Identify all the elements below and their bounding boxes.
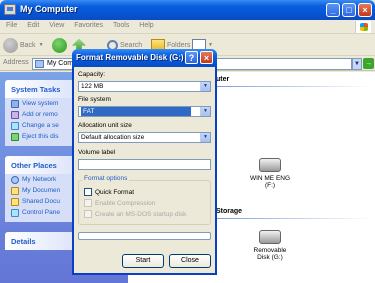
format-dialog: Format Removable Disk (G:) ? × Capacity:… xyxy=(72,49,217,275)
place-label: Shared Docu xyxy=(22,198,60,205)
section-divider xyxy=(216,218,371,219)
task-label: View system xyxy=(22,100,59,107)
quick-format-label: Quick Format xyxy=(95,188,135,196)
task-label: Eject this dis xyxy=(22,133,59,140)
menu-help[interactable]: Help xyxy=(135,20,157,31)
minimize-button[interactable]: _ xyxy=(326,3,340,17)
network-icon xyxy=(11,175,19,184)
close-button[interactable]: × xyxy=(358,3,372,17)
format-options-title: Format options xyxy=(82,175,130,182)
folders-label: Folders xyxy=(167,41,191,49)
drive-removable-g[interactable]: Removable Disk (G:) xyxy=(240,230,300,261)
drive-win-me-eng[interactable]: WIN ME ENG (F:) xyxy=(240,158,300,189)
compression-checkbox: Enable Compression xyxy=(84,199,155,207)
capacity-label: Capacity: xyxy=(78,71,106,78)
task-label: Change a se xyxy=(22,122,59,129)
drive-letter: (F:) xyxy=(264,182,276,189)
address-dropdown-button[interactable]: ▼ xyxy=(352,58,362,70)
help-button[interactable]: ? xyxy=(185,51,198,64)
shared-folder-icon xyxy=(11,197,19,206)
task-label: Add or remo xyxy=(22,111,58,118)
views-chevron-icon: ▼ xyxy=(208,42,213,48)
menu-favorites[interactable]: Favorites xyxy=(70,20,107,31)
place-label: My Documen xyxy=(22,187,61,194)
volume-label-input[interactable] xyxy=(78,159,211,170)
place-label: My Network xyxy=(22,176,57,183)
format-progress-bar xyxy=(78,232,211,240)
allocation-select[interactable]: Default allocation size ▼ xyxy=(78,132,211,143)
menu-tools[interactable]: Tools xyxy=(109,20,133,31)
menu-bar: File Edit View Favorites Tools Help xyxy=(0,20,375,34)
chevron-down-icon: ▼ xyxy=(38,42,44,48)
window-titlebar[interactable]: My Computer _ □ × xyxy=(0,0,375,20)
control-panel-icon xyxy=(11,121,19,130)
computer-small-icon xyxy=(35,60,44,68)
dialog-close-button[interactable]: × xyxy=(200,51,213,64)
section-title-hard-drives: uter xyxy=(216,76,230,83)
windows-logo-icon xyxy=(355,21,371,33)
documents-folder-icon xyxy=(11,186,19,195)
quick-format-checkbox[interactable]: Quick Format xyxy=(84,188,134,196)
compression-label: Enable Compression xyxy=(95,199,156,207)
back-arrow-icon xyxy=(3,37,18,53)
menu-edit[interactable]: Edit xyxy=(23,20,43,31)
checkbox-box[interactable] xyxy=(84,188,92,196)
chevron-down-icon[interactable]: ▼ xyxy=(200,82,210,91)
address-value: My Com xyxy=(47,60,74,67)
back-button[interactable]: Back ▼ xyxy=(3,37,44,53)
drive-label: WIN ME ENG xyxy=(249,175,291,182)
startup-disk-checkbox: Create an MS-DOS startup disk xyxy=(84,210,186,218)
eject-icon xyxy=(11,132,19,141)
chevron-down-icon[interactable]: ▼ xyxy=(200,107,210,116)
go-button[interactable]: → xyxy=(363,58,374,69)
removable-disk-icon xyxy=(259,230,281,244)
startup-disk-label: Create an MS-DOS startup disk xyxy=(95,210,187,218)
control-panel-icon xyxy=(11,208,19,217)
window-title: My Computer xyxy=(20,4,78,14)
menu-file[interactable]: File xyxy=(2,20,21,31)
dialog-title: Format Removable Disk (G:) xyxy=(76,53,184,62)
section-title-removable: Storage xyxy=(216,208,243,215)
info-icon xyxy=(11,99,19,108)
start-button[interactable]: Start xyxy=(122,254,164,268)
programs-icon xyxy=(11,110,19,119)
chevron-down-icon[interactable]: ▼ xyxy=(200,133,210,142)
forward-button[interactable] xyxy=(52,37,69,53)
section-divider xyxy=(216,86,371,87)
back-label: Back xyxy=(20,41,36,49)
drive-label: Removable xyxy=(253,247,287,254)
search-label: Search xyxy=(120,41,143,49)
capacity-select[interactable]: 122 MB ▼ xyxy=(78,81,211,92)
dialog-close-text-button[interactable]: Close xyxy=(169,254,211,268)
checkbox-box xyxy=(84,199,92,207)
forward-arrow-icon xyxy=(52,37,67,53)
volume-label-label: Volume label xyxy=(78,149,116,156)
address-label: Address xyxy=(3,59,29,66)
my-computer-icon xyxy=(4,4,16,15)
file-system-label: File system xyxy=(78,96,111,103)
dialog-titlebar[interactable]: Format Removable Disk (G:) ? × xyxy=(72,49,217,67)
allocation-label: Allocation unit size xyxy=(78,122,132,129)
file-system-select[interactable]: FAT ▼ xyxy=(78,106,211,117)
checkbox-box xyxy=(84,210,92,218)
allocation-value: Default allocation size xyxy=(81,134,145,141)
place-label: Control Pane xyxy=(22,209,60,216)
capacity-value: 122 MB xyxy=(81,83,104,90)
cd-drive-icon xyxy=(259,158,281,172)
file-system-value: FAT xyxy=(81,107,191,116)
drive-letter: Disk (G:) xyxy=(257,254,283,261)
menu-view[interactable]: View xyxy=(45,20,68,31)
maximize-button[interactable]: □ xyxy=(342,3,356,17)
